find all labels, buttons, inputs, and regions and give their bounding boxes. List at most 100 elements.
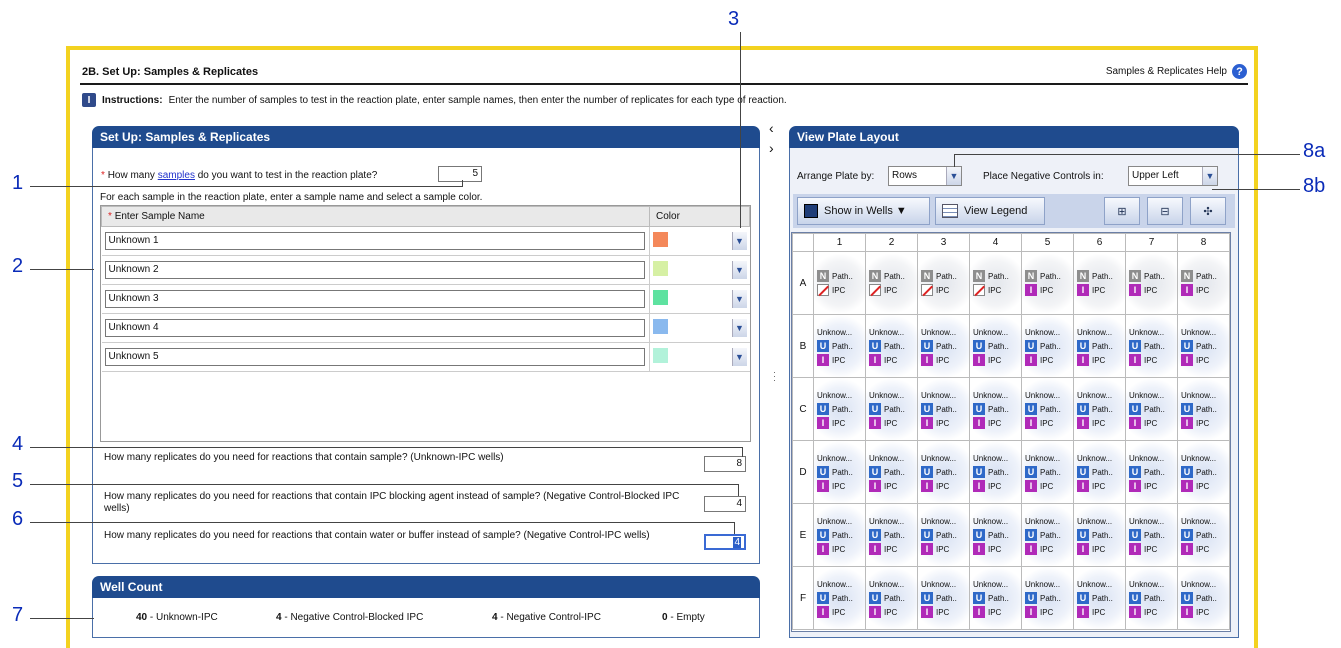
task-badge-icon: I [1181, 606, 1193, 618]
plate-well[interactable]: Unknow... U Path.. I IPC [1021, 566, 1074, 630]
plate-well[interactable]: N Path.. IPC [813, 251, 866, 315]
sample-color-cell[interactable]: ▼ [649, 313, 750, 343]
sample-name-input[interactable]: Unknown 1 [104, 232, 645, 250]
plate-well[interactable]: Unknow... U Path.. I IPC [865, 314, 918, 378]
help-icon[interactable]: ? [1232, 64, 1247, 79]
plate-well[interactable]: N Path.. I IPC [1021, 251, 1074, 315]
plate-well[interactable]: Unknow... U Path.. I IPC [1125, 566, 1178, 630]
help-label[interactable]: Samples & Replicates Help [1106, 66, 1227, 77]
replicates-blocked-input[interactable]: 4 [704, 496, 746, 512]
plate-well[interactable]: Unknow... U Path.. I IPC [1177, 566, 1230, 630]
plate-well[interactable]: Unknow... U Path.. I IPC [1021, 314, 1074, 378]
replicates-unknown-input[interactable]: 8 [704, 456, 746, 472]
plate-well[interactable]: Unknow... U Path.. I IPC [1125, 377, 1178, 441]
chevron-down-icon[interactable]: ▼ [946, 167, 961, 185]
plate-well[interactable]: N Path.. I IPC [1177, 251, 1230, 315]
well-text: Unknow... [973, 327, 1009, 337]
expand-right-icon[interactable]: › [769, 140, 774, 156]
sample-name-input[interactable]: Unknown 4 [104, 319, 645, 337]
well-text: Path.. [832, 467, 853, 477]
plate-well[interactable]: Unknow... U Path.. I IPC [917, 377, 970, 441]
plate-well[interactable]: Unknow... U Path.. I IPC [813, 377, 866, 441]
well-line: I IPC [817, 479, 865, 493]
plate-well[interactable]: N Path.. I IPC [1125, 251, 1178, 315]
plate-well[interactable]: Unknow... U Path.. I IPC [917, 314, 970, 378]
plate-well[interactable]: Unknow... U Path.. I IPC [1021, 377, 1074, 441]
plate-well[interactable]: Unknow... U Path.. I IPC [813, 314, 866, 378]
plate-well[interactable]: Unknow... U Path.. I IPC [1073, 566, 1126, 630]
help-link[interactable]: Samples & Replicates Help ? [1106, 64, 1247, 79]
wc-label: - Negative Control-Blocked IPC [284, 612, 424, 623]
plate-well[interactable]: Unknow... U Path.. I IPC [1125, 440, 1178, 504]
plate-well[interactable]: Unknow... U Path.. I IPC [1073, 314, 1126, 378]
chevron-down-icon[interactable]: ▼ [731, 319, 747, 337]
plate-well[interactable]: Unknow... U Path.. I IPC [1177, 440, 1230, 504]
plate-well[interactable]: Unknow... U Path.. I IPC [969, 566, 1022, 630]
well-text: Path.. [1040, 530, 1061, 540]
sample-name-input[interactable]: Unknown 2 [104, 261, 645, 279]
plate-well[interactable]: Unknow... U Path.. I IPC [865, 566, 918, 630]
sample-name-input[interactable]: Unknown 3 [104, 290, 645, 308]
plate-well[interactable]: Unknow... U Path.. I IPC [917, 503, 970, 567]
plate-well[interactable]: Unknow... U Path.. I IPC [1125, 314, 1178, 378]
fit-to-window-button[interactable]: ✣ [1190, 197, 1226, 225]
plate-well[interactable]: N Path.. IPC [969, 251, 1022, 315]
sample-name-input[interactable]: Unknown 5 [104, 348, 645, 366]
plate-well[interactable]: Unknow... U Path.. I IPC [1125, 503, 1178, 567]
show-in-wells-button[interactable]: Show in Wells ▼ [797, 197, 930, 225]
plate-well[interactable]: N Path.. IPC [917, 251, 970, 315]
chevron-down-icon[interactable]: ▼ [731, 348, 747, 366]
plate-well[interactable]: Unknow... U Path.. I IPC [865, 503, 918, 567]
plate-well[interactable]: Unknow... U Path.. I IPC [917, 566, 970, 630]
plate-well[interactable]: Unknow... U Path.. I IPC [1073, 503, 1126, 567]
blocked-ipc-icon [921, 284, 933, 296]
collapse-left-icon[interactable]: ‹ [769, 120, 774, 136]
plate-well[interactable]: Unknow... U Path.. I IPC [1073, 440, 1126, 504]
plate-well[interactable]: N Path.. IPC [865, 251, 918, 315]
plate-well[interactable]: Unknow... U Path.. I IPC [1177, 503, 1230, 567]
num-samples-input[interactable]: 5 [438, 166, 482, 182]
plate-well[interactable]: Unknow... U Path.. I IPC [1177, 314, 1230, 378]
instructions-text: Enter the number of samples to test in t… [168, 94, 787, 106]
plate-well[interactable]: Unknow... U Path.. I IPC [1177, 377, 1230, 441]
plate-well[interactable]: Unknow... U Path.. I IPC [865, 377, 918, 441]
arrange-select[interactable]: Rows ▼ [888, 166, 962, 186]
view-legend-button[interactable]: View Legend [935, 197, 1045, 225]
zoom-in-button[interactable]: ⊞ [1104, 197, 1140, 225]
color-swatch[interactable] [653, 261, 668, 276]
neg-controls-select[interactable]: Upper Left ▼ [1128, 166, 1218, 186]
well-text: Unknow... [869, 516, 905, 526]
chevron-down-icon[interactable]: ▼ [1202, 167, 1217, 185]
plate-well[interactable]: Unknow... U Path.. I IPC [813, 440, 866, 504]
chevron-down-icon[interactable]: ▼ [731, 232, 747, 250]
plate-well[interactable]: Unknow... U Path.. I IPC [813, 566, 866, 630]
task-badge-icon: N [1129, 270, 1141, 282]
sample-color-cell[interactable]: ▼ [649, 342, 750, 372]
color-swatch[interactable] [653, 290, 668, 305]
color-swatch[interactable] [653, 348, 668, 363]
plate-well[interactable]: Unknow... U Path.. I IPC [1021, 440, 1074, 504]
plate-well[interactable]: N Path.. I IPC [1073, 251, 1126, 315]
sample-color-cell[interactable]: ▼ [649, 255, 750, 285]
color-swatch[interactable] [653, 232, 668, 247]
chevron-down-icon[interactable]: ▼ [731, 290, 747, 308]
sample-color-cell[interactable]: ▼ [649, 226, 750, 256]
plate-well[interactable]: Unknow... U Path.. I IPC [969, 503, 1022, 567]
plate-well[interactable]: Unknow... U Path.. I IPC [1021, 503, 1074, 567]
samples-link[interactable]: samples [158, 170, 195, 181]
zoom-out-button[interactable]: ⊟ [1147, 197, 1183, 225]
plate-well[interactable]: Unknow... U Path.. I IPC [969, 440, 1022, 504]
plate-col-header: 2 [865, 233, 918, 252]
replicates-ntc-input[interactable]: 4 [704, 534, 746, 550]
plate-well[interactable]: Unknow... U Path.. I IPC [1073, 377, 1126, 441]
color-swatch[interactable] [653, 319, 668, 334]
plate-well[interactable]: Unknow... U Path.. I IPC [813, 503, 866, 567]
splitter-handle-icon[interactable]: · · · [773, 368, 776, 385]
wc-label: - Unknown-IPC [149, 612, 218, 623]
plate-well[interactable]: Unknow... U Path.. I IPC [969, 314, 1022, 378]
chevron-down-icon[interactable]: ▼ [731, 261, 747, 279]
plate-well[interactable]: Unknow... U Path.. I IPC [865, 440, 918, 504]
sample-color-cell[interactable]: ▼ [649, 284, 750, 314]
plate-well[interactable]: Unknow... U Path.. I IPC [917, 440, 970, 504]
plate-well[interactable]: Unknow... U Path.. I IPC [969, 377, 1022, 441]
